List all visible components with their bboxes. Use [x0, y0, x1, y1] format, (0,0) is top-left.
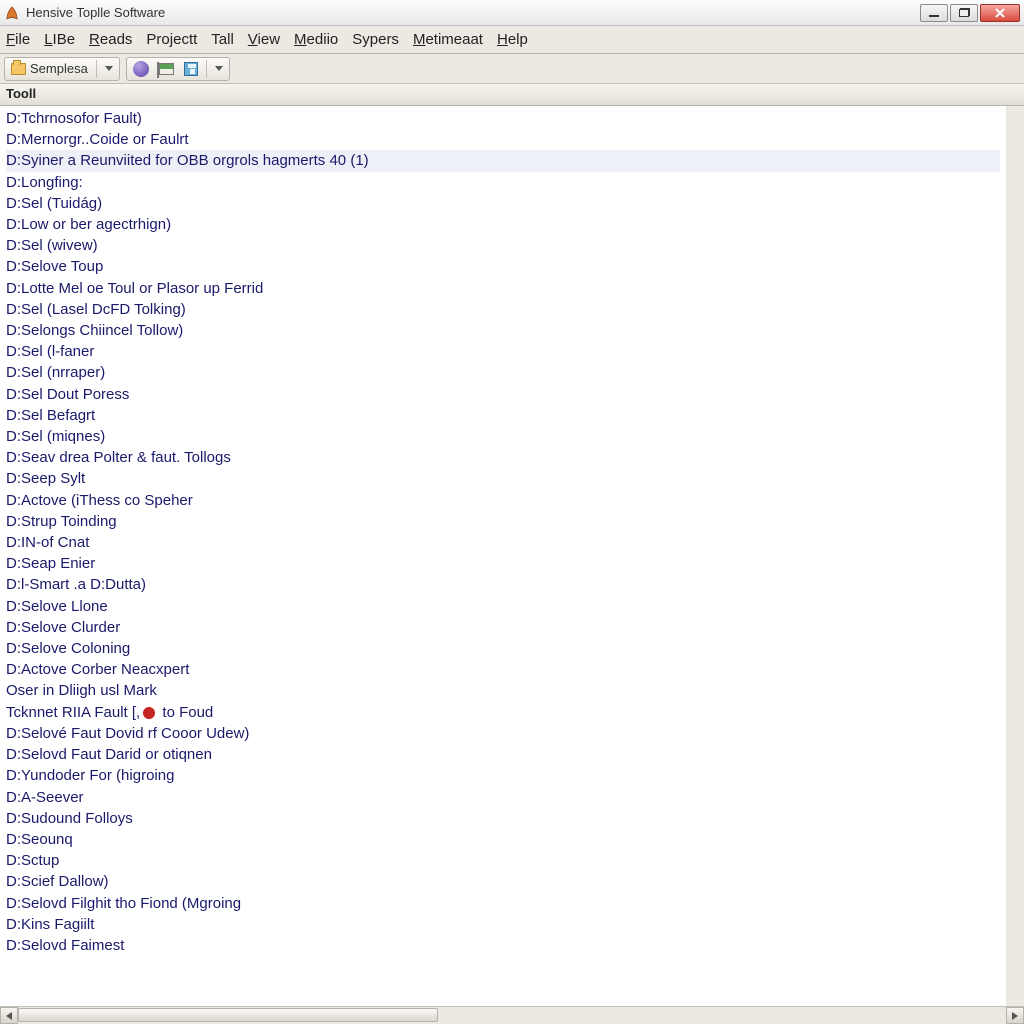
record-dot-icon [143, 707, 155, 719]
list-item[interactable]: D:A-Seever [6, 787, 1000, 808]
list-item[interactable]: D:Lotte Mel oe Toul or Plasor up Ferrid [6, 278, 1000, 299]
title-bar: Hensive Toplle Software [0, 0, 1024, 26]
menu-metimeaat[interactable]: Metimeaat [413, 31, 483, 48]
list-item[interactable]: D:Selove Toup [6, 256, 1000, 277]
list-item[interactable]: D:Selove Llone [6, 596, 1000, 617]
content-area: D:Tchrnosofor Fault)D:Mernorgr..Coide or… [0, 106, 1024, 1006]
list-item[interactable]: D:Sel Befagrt [6, 405, 1000, 426]
scroll-right-button[interactable] [1006, 1007, 1024, 1024]
list-item[interactable]: D:Yundoder For (higroing [6, 765, 1000, 786]
chevron-down-icon [215, 66, 223, 71]
toolbar-group-actions [126, 57, 230, 81]
menu-file[interactable]: File [6, 31, 30, 48]
list-item[interactable]: D:Selovd Faimest [6, 935, 1000, 956]
list-item[interactable]: D:Tchrnosofor Fault) [6, 108, 1000, 129]
list-item[interactable]: D:Selovd Faut Darid or otiqnen [6, 744, 1000, 765]
list-item[interactable]: D:Sel (nrraper) [6, 362, 1000, 383]
list-item[interactable]: D:Selové Faut Dovid rf Cooor Udew) [6, 723, 1000, 744]
flag-icon [159, 63, 174, 75]
list-item[interactable]: D:Selovd Filghit tho Fiond (Mgroing [6, 893, 1000, 914]
list-item[interactable]: D:Actove (iThess co Speher [6, 490, 1000, 511]
toolbar: Semplesa [0, 54, 1024, 84]
menu-bar: File LIBe Reads Projectt Tall View Mediio Syper… [0, 26, 1024, 54]
vertical-scrollbar[interactable] [1006, 106, 1024, 1006]
scroll-up-button[interactable] [1006, 106, 1024, 124]
list-item[interactable]: D:Sel (miqnes) [6, 426, 1000, 447]
menu-help[interactable]: Help [497, 31, 528, 48]
workspace-label: Semplesa [30, 61, 88, 76]
list-item[interactable]: D:Low or ber agectrhign) [6, 214, 1000, 235]
workspace-selector[interactable]: Semplesa [9, 61, 90, 76]
list-item[interactable]: D:Seep Sylt [6, 468, 1000, 489]
menu-view[interactable]: View [248, 31, 280, 48]
window-title: Hensive Toplle Software [26, 5, 920, 20]
scroll-down-button[interactable] [1006, 988, 1024, 1006]
list-item[interactable]: Oser in Dliigh usl Mark [6, 680, 1000, 701]
list-item[interactable]: D:Sudound Folloys [6, 808, 1000, 829]
list-item[interactable]: D:Actove Corber Neacxpert [6, 659, 1000, 680]
save-icon [184, 62, 198, 76]
globe-button[interactable] [131, 61, 151, 77]
list-item[interactable]: D:Seap Enier [6, 553, 1000, 574]
list-item[interactable]: D:Sel (wivew) [6, 235, 1000, 256]
horizontal-scrollbar[interactable] [0, 1006, 1024, 1024]
chevron-down-icon [105, 66, 113, 71]
minimize-button[interactable] [920, 4, 948, 22]
hscroll-track[interactable] [18, 1007, 1006, 1024]
list-item[interactable]: D:Selove Coloning [6, 638, 1000, 659]
actions-dropdown[interactable] [213, 66, 225, 71]
save-button[interactable] [182, 62, 200, 76]
list-item[interactable]: D:Sel (Lasel DcFD Tolking) [6, 299, 1000, 320]
menu-reads[interactable]: Reads [89, 31, 132, 48]
folder-icon [11, 63, 26, 75]
list-item[interactable]: D:Seav drea Polter & faut. Tollogs [6, 447, 1000, 468]
flag-button[interactable] [157, 63, 176, 75]
list-item[interactable]: Tcknnet RIIA Fault [, to Foud [6, 702, 1000, 723]
list-item[interactable]: D:l-Smart .a D:Dutta) [6, 574, 1000, 595]
list-item[interactable]: D:Selove Clurder [6, 617, 1000, 638]
window-controls [920, 4, 1020, 22]
list-item[interactable]: D:Mernorgr..Coide or Faulrt [6, 129, 1000, 150]
list-item[interactable]: D:Longfing: [6, 172, 1000, 193]
scroll-left-button[interactable] [0, 1007, 18, 1024]
menu-tall[interactable]: Tall [211, 31, 234, 48]
menu-projectt[interactable]: Projectt [146, 31, 197, 48]
menu-libe[interactable]: LIBe [44, 31, 75, 48]
list-item[interactable]: D:Syiner a Reunviited for OBB orgrols ha… [6, 150, 1000, 171]
list-item[interactable]: D:Selongs Chiincel Tollow) [6, 320, 1000, 341]
menu-mediio[interactable]: Mediio [294, 31, 338, 48]
workspace-dropdown[interactable] [103, 66, 115, 71]
globe-icon [133, 61, 149, 77]
menu-sypers[interactable]: Sypers [352, 31, 399, 48]
tool-list: D:Tchrnosofor Fault)D:Mernorgr..Coide or… [0, 106, 1006, 956]
hscroll-thumb[interactable] [18, 1008, 438, 1022]
list-item[interactable]: D:Sctup [6, 850, 1000, 871]
toolbar-group-workspace: Semplesa [4, 57, 120, 81]
close-button[interactable] [980, 4, 1020, 22]
list-item[interactable]: D:Sel (l-faner [6, 341, 1000, 362]
list-item[interactable]: D:Strup Toinding [6, 511, 1000, 532]
list-item[interactable]: D:Sel (Tuidág) [6, 193, 1000, 214]
list-item[interactable]: D:Kins Fagiilt [6, 914, 1000, 935]
list-item[interactable]: D:Scief Dallow) [6, 871, 1000, 892]
list-item[interactable]: D:Sel Dout Poress [6, 384, 1000, 405]
app-icon [4, 5, 20, 21]
restore-button[interactable] [950, 4, 978, 22]
list-item[interactable]: D:IN-of Cnat [6, 532, 1000, 553]
list-column-header[interactable]: Tooll [0, 84, 1024, 106]
list-item[interactable]: D:Seounq [6, 829, 1000, 850]
